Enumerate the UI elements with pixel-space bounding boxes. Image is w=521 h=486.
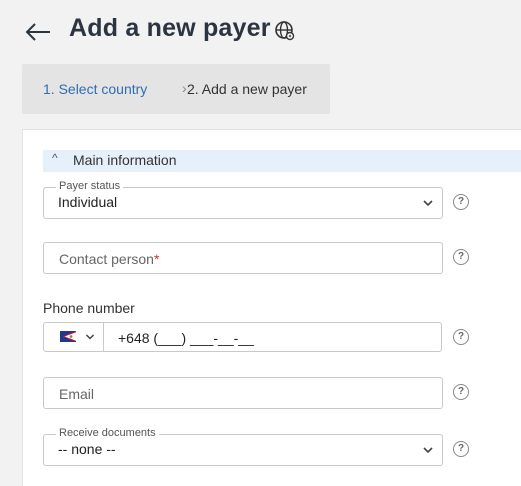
- receive-documents-legend: Receive documents: [56, 427, 159, 440]
- phone-number-label: Phone number: [43, 300, 135, 316]
- breadcrumb-step-select-country[interactable]: 1. Select country: [43, 81, 147, 97]
- phone-number-field: +648 (___) ___-__-__: [43, 322, 442, 352]
- page: Add a new payer 1. Select country › 2. A…: [0, 0, 521, 486]
- email-help-icon[interactable]: ?: [453, 384, 469, 400]
- section-main-information[interactable]: ^ Main information: [43, 150, 521, 172]
- email-placeholder: Email: [59, 386, 95, 402]
- breadcrumb-step-add-payer: 2. Add a new payer: [187, 81, 307, 97]
- receive-documents-select[interactable]: Receive documents -- none --: [43, 427, 443, 466]
- contact-person-input[interactable]: Contact person*: [43, 242, 443, 274]
- receive-documents-help-icon[interactable]: ?: [453, 441, 469, 457]
- required-mark: *: [153, 251, 160, 267]
- chevron-up-icon: ^: [52, 151, 58, 165]
- country-code-select[interactable]: [44, 323, 104, 351]
- globe-icon[interactable]: [274, 20, 296, 42]
- receive-documents-value: -- none --: [58, 441, 116, 457]
- header: Add a new payer: [0, 0, 521, 62]
- phone-number-input[interactable]: +648 (___) ___-__-__: [118, 330, 254, 346]
- form-card: ^ Main information Payer status Individu…: [22, 129, 521, 486]
- page-title: Add a new payer: [69, 14, 271, 42]
- contact-person-placeholder: Contact person: [59, 251, 154, 267]
- chevron-down-icon: [423, 200, 433, 207]
- payer-status-select[interactable]: Payer status Individual: [43, 180, 443, 219]
- payer-status-help-icon[interactable]: ?: [453, 194, 469, 210]
- phone-number-help-icon[interactable]: ?: [453, 329, 469, 345]
- email-input[interactable]: Email: [43, 377, 443, 409]
- breadcrumb: 1. Select country › 2. Add a new payer: [22, 64, 330, 114]
- payer-status-value: Individual: [58, 194, 118, 210]
- section-label: Main information: [73, 152, 177, 168]
- chevron-down-icon: [85, 334, 95, 340]
- chevron-down-icon: [423, 447, 433, 454]
- breadcrumb-separator: ›: [182, 80, 187, 96]
- contact-person-help-icon[interactable]: ?: [453, 249, 469, 265]
- arrow-left-icon[interactable]: [24, 19, 52, 45]
- american-samoa-flag-icon: [60, 331, 76, 342]
- contact-person-placeholder-wrap: Contact person*: [59, 251, 159, 267]
- payer-status-legend: Payer status: [56, 180, 124, 193]
